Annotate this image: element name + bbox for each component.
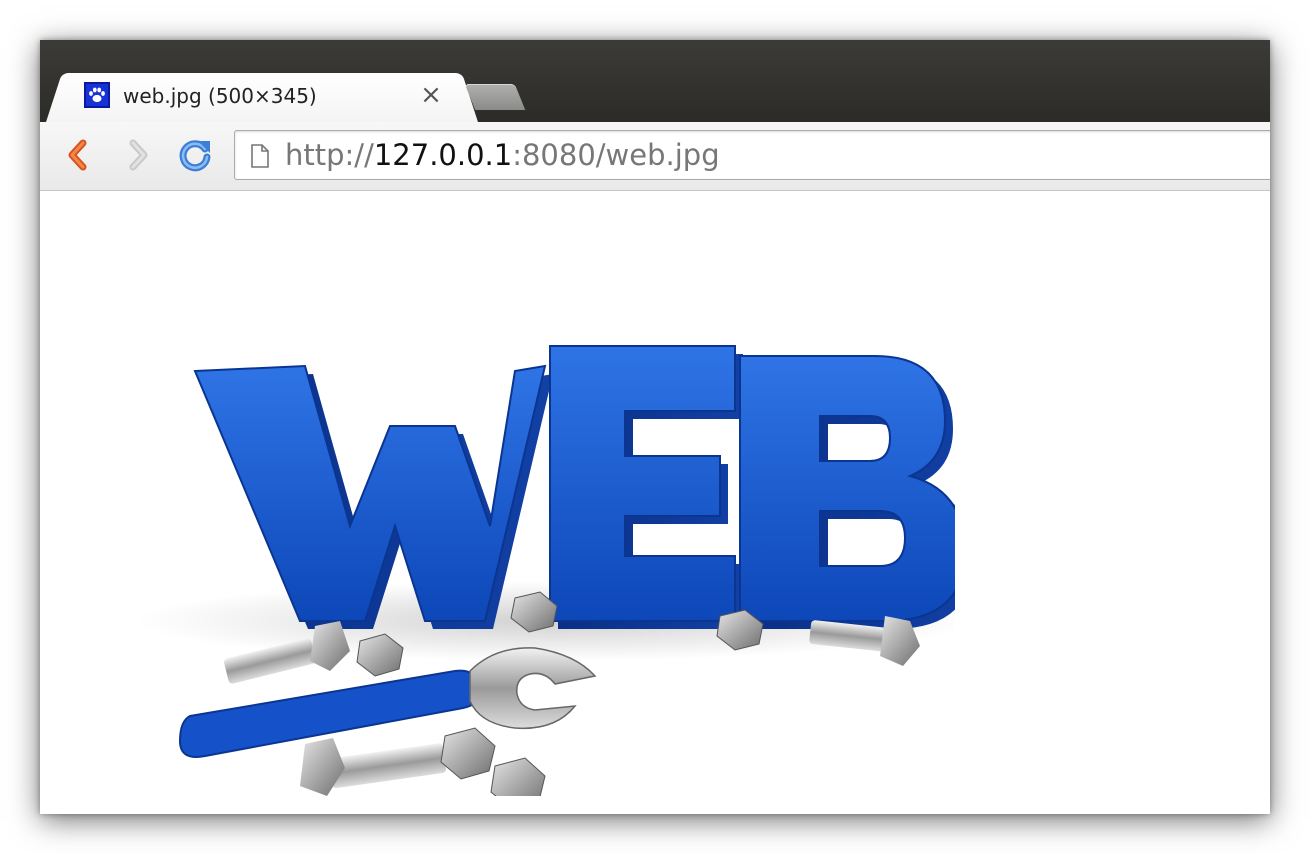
letter-w-graphic (193, 364, 553, 629)
back-button[interactable] (60, 136, 98, 174)
forward-arrow-icon (129, 139, 148, 171)
url-path: :8080/web.jpg (512, 138, 720, 172)
letter-e-graphic (549, 345, 743, 629)
letter-b-graphic (739, 355, 955, 629)
nut-graphic (440, 727, 496, 780)
back-arrow-icon (68, 139, 87, 171)
paw-icon (84, 82, 110, 108)
forward-button[interactable] (118, 136, 156, 174)
reload-button[interactable] (176, 136, 214, 174)
page-icon (251, 144, 269, 168)
web-tools-image (135, 345, 955, 796)
close-tab-icon[interactable]: × (416, 80, 446, 110)
tab-strip: web.jpg (500×345) × (40, 40, 1270, 122)
browser-toolbar: http://127.0.0.1:8080/web.jpg (40, 122, 1270, 191)
address-bar[interactable]: http://127.0.0.1:8080/web.jpg (234, 130, 1270, 180)
url-host: 127.0.0.1 (373, 138, 513, 172)
page-content (40, 191, 1270, 814)
reload-icon (179, 140, 211, 172)
tab-title: web.jpg (500×345) (123, 84, 317, 108)
url-scheme: http:// (285, 138, 374, 172)
nut-graphic (490, 757, 546, 796)
active-tab[interactable]: web.jpg (500×345) × (66, 73, 458, 122)
url-text: http://127.0.0.1:8080/web.jpg (285, 138, 720, 172)
new-tab-button[interactable] (464, 84, 526, 110)
browser-window: web.jpg (500×345) × http://127.0.0.1:808… (40, 40, 1270, 814)
bolt-bottom-graphic (300, 738, 446, 796)
